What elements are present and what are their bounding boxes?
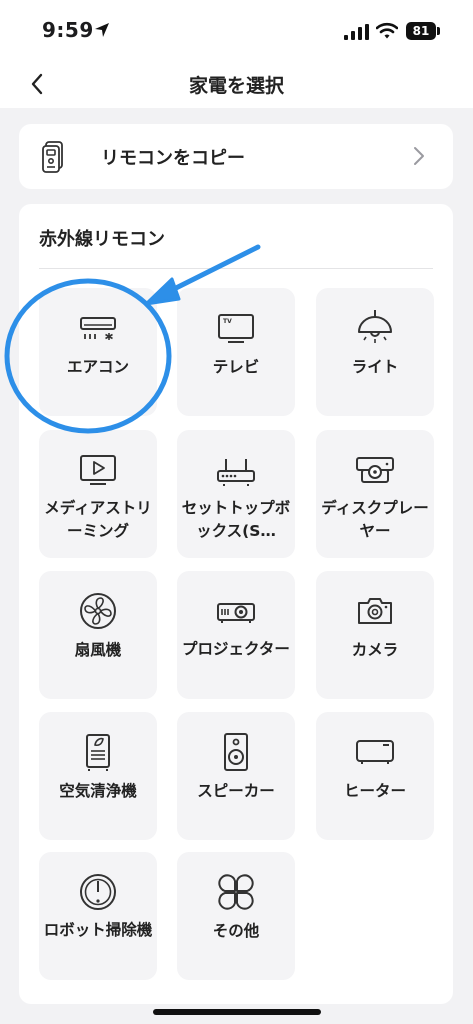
heater-icon bbox=[356, 740, 394, 764]
device-label: メディアストリーミング bbox=[44, 499, 152, 540]
camera-icon bbox=[358, 598, 392, 624]
tv-icon: TV bbox=[218, 314, 254, 343]
device-tile-tv[interactable]: TV テレビ bbox=[177, 288, 295, 416]
remote-icon bbox=[42, 141, 63, 173]
cellular-signal-icon bbox=[344, 24, 369, 40]
device-label: その他 bbox=[212, 922, 260, 940]
device-tile-robot-vacuum[interactable]: ロボット掃除機 bbox=[39, 852, 157, 980]
device-label: カメラ bbox=[351, 641, 399, 659]
chevron-right-icon bbox=[414, 147, 424, 165]
navigation-bar: 家電を選択 bbox=[0, 60, 473, 108]
device-tile-camera[interactable]: カメラ bbox=[316, 571, 434, 699]
air-purifier-icon bbox=[86, 734, 110, 771]
page-title: 家電を選択 bbox=[188, 75, 284, 97]
section-title: 赤外線リモコン bbox=[39, 229, 165, 250]
robot-vacuum-icon bbox=[80, 874, 116, 910]
device-tile-projector[interactable]: プロジェクター bbox=[177, 571, 295, 699]
other-icon bbox=[218, 874, 254, 910]
status-bar: 9:59 81 bbox=[0, 0, 473, 60]
device-tile-fan[interactable]: 扇風機 bbox=[39, 571, 157, 699]
device-label: 扇風機 bbox=[74, 641, 122, 659]
copy-remote-button[interactable]: リモコンをコピー bbox=[19, 124, 453, 189]
device-label: エアコン bbox=[66, 358, 129, 376]
device-label: 空気清浄機 bbox=[59, 782, 137, 800]
battery-indicator: 81 bbox=[406, 22, 436, 40]
set-top-box-icon bbox=[217, 459, 255, 486]
device-tile-aircon[interactable]: エアコン bbox=[39, 288, 157, 416]
air-conditioner-icon bbox=[80, 317, 116, 340]
device-list-card: 赤外線リモコン エアコン TV テレビ ライト メディアストリーミング セットト… bbox=[19, 204, 453, 1004]
device-label: セットトップボックス(S… bbox=[181, 499, 291, 540]
device-tile-disc[interactable]: ディスクプレーヤー bbox=[316, 430, 434, 558]
location-arrow-icon bbox=[95, 23, 109, 37]
fan-icon bbox=[80, 593, 116, 629]
copy-remote-label: リモコンをコピー bbox=[101, 148, 245, 169]
device-tile-purifier[interactable]: 空気清浄機 bbox=[39, 712, 157, 840]
device-tile-streaming[interactable]: メディアストリーミング bbox=[39, 430, 157, 558]
disc-player-icon bbox=[356, 457, 394, 483]
device-tile-light[interactable]: ライト bbox=[316, 288, 434, 416]
device-label: ディスクプレーヤー bbox=[321, 499, 429, 540]
speaker-icon bbox=[224, 733, 248, 771]
device-tile-speaker[interactable]: スピーカー bbox=[177, 712, 295, 840]
device-label: プロジェクター bbox=[182, 640, 290, 658]
device-label: スピーカー bbox=[197, 782, 275, 800]
device-tile-settopbox[interactable]: セットトップボックス(S… bbox=[177, 430, 295, 558]
projector-icon bbox=[217, 603, 255, 623]
device-tile-other[interactable]: その他 bbox=[177, 852, 295, 980]
device-label: ライト bbox=[351, 358, 399, 376]
battery-tip bbox=[437, 27, 440, 35]
wifi-icon bbox=[376, 22, 398, 39]
status-time: 9:59 bbox=[42, 18, 94, 42]
home-indicator[interactable] bbox=[153, 1009, 321, 1015]
device-label: ヒーター bbox=[343, 782, 406, 800]
device-label: ロボット掃除機 bbox=[43, 921, 153, 939]
device-label: テレビ bbox=[212, 358, 260, 376]
divider bbox=[39, 268, 433, 269]
streaming-media-icon bbox=[80, 455, 116, 485]
ceiling-light-icon bbox=[358, 310, 392, 343]
device-tile-heater[interactable]: ヒーター bbox=[316, 712, 434, 840]
svg-text:TV: TV bbox=[223, 318, 232, 325]
